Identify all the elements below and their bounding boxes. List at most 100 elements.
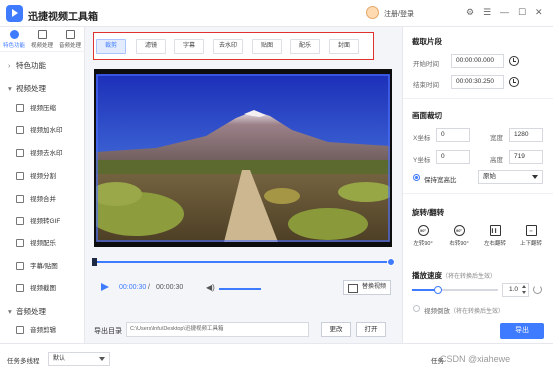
video-frame-image (96, 74, 390, 242)
sidebar-item-compress[interactable]: 视频压缩 (16, 102, 56, 115)
speed-title: 播放速度（将在转换后生效） (412, 270, 496, 281)
stepper-up-icon[interactable] (522, 285, 526, 288)
editor-area: 裁剪 滤镜 字幕 去水印 贴图 配乐 封面 00:00:30 / 00:00:3… (86, 27, 402, 343)
tab-remove-watermark[interactable]: 去水印 (213, 39, 243, 54)
star-icon (9, 30, 19, 39)
height-input[interactable]: 719 (509, 150, 543, 164)
timeline-playhead[interactable] (387, 258, 395, 266)
gif-icon (16, 217, 24, 226)
sidebar-item-label: 视频截图 (30, 285, 56, 292)
x-coord-label: X坐标 (413, 135, 431, 142)
rotate-left-button[interactable]: 90° 左转90° (405, 225, 441, 247)
replace-video-button[interactable]: 替换视频 (343, 280, 391, 295)
keep-ratio-radio[interactable] (413, 174, 420, 181)
total-time: 00:00:30 (156, 284, 184, 291)
category-audio[interactable]: 音频处理 (56, 30, 84, 49)
close-icon[interactable]: ✕ (535, 7, 543, 17)
tab-filter[interactable]: 滤镜 (136, 39, 166, 54)
timeline-track[interactable] (92, 258, 395, 266)
flip-vertical-label: 上下翻转 (519, 241, 542, 247)
open-dir-button[interactable]: 打开 (356, 322, 386, 337)
ratio-select-value: 原始 (483, 173, 496, 180)
reverse-label-text: 视频倒放 (424, 308, 450, 315)
category-switcher: 特色功能 视频处理 音频处理 (0, 27, 85, 52)
sidebar-item-screenshot[interactable]: 视频截图 (16, 282, 56, 295)
keep-ratio-label: 保持宽高比 (424, 177, 457, 184)
divider (403, 98, 553, 99)
section-video[interactable]: ▾ 视频处理 (8, 83, 46, 94)
sidebar-item-split[interactable]: 视频分割 (16, 170, 56, 183)
settings-icon[interactable]: ⚙ (466, 7, 474, 17)
tab-sticker[interactable]: 贴图 (252, 39, 282, 54)
set-start-clock-icon[interactable] (509, 56, 519, 66)
volume-slider[interactable] (219, 288, 261, 290)
rotate-right-label: 右转90° (449, 241, 469, 247)
set-end-clock-icon[interactable] (509, 77, 519, 87)
reset-speed-icon[interactable] (533, 285, 542, 294)
chevron-down-icon (99, 357, 105, 361)
width-input[interactable]: 1280 (509, 128, 543, 142)
sidebar-item-label: 视频压缩 (30, 105, 56, 112)
section-feature[interactable]: › 特色功能 (8, 60, 46, 71)
sidebar-item-add-watermark[interactable]: 视频加水印 (16, 124, 63, 137)
sidebar-item-remove-watermark[interactable]: 视频去水印 (16, 147, 63, 160)
flip-horizontal-button[interactable]: ▍▍ 左右翻转 (477, 225, 513, 247)
end-time-label: 结束时间 (413, 82, 439, 89)
tab-crop[interactable]: 裁剪 (96, 39, 126, 54)
flip-vertical-button[interactable]: ═ 上下翻转 (513, 225, 549, 247)
menu-icon[interactable]: ☰ (483, 7, 491, 17)
crop-title: 画面裁切 (412, 111, 442, 120)
export-path-field[interactable]: C:\Users\lnfu\Desktop\迅捷视频工具箱 (126, 322, 309, 337)
section-audio[interactable]: ▾ 音频处理 (8, 306, 46, 317)
volume-icon[interactable]: ◀) (206, 283, 215, 292)
play-button[interactable] (100, 283, 109, 292)
stepper-down-icon[interactable] (522, 291, 526, 294)
change-dir-button[interactable]: 更改 (321, 322, 351, 337)
maximize-icon[interactable]: ☐ (518, 7, 526, 17)
chevron-down-icon (532, 175, 538, 179)
sidebar-item-audio-cut[interactable]: 音频剪辑 (16, 324, 56, 337)
flip-horizontal-label: 左右翻转 (483, 241, 506, 247)
thread-select[interactable]: 默认 (48, 352, 110, 366)
speed-input[interactable]: 1.0 (502, 283, 529, 297)
user-avatar[interactable] (366, 6, 379, 19)
split-icon (16, 172, 24, 181)
ratio-select[interactable]: 原始 (478, 170, 543, 184)
sidebar-item-label: 视频合并 (30, 196, 56, 203)
export-button[interactable]: 导出 (500, 323, 544, 339)
speed-slider[interactable] (412, 286, 498, 294)
y-coord-label: Y坐标 (413, 157, 431, 164)
thread-label: 任务多线程 (7, 358, 40, 365)
section-label: 特色功能 (16, 61, 46, 70)
speed-slider-knob[interactable] (433, 286, 442, 294)
y-coord-input[interactable]: 0 (436, 150, 470, 164)
speed-note: （将在转换后生效） (442, 274, 497, 280)
tab-music[interactable]: 配乐 (290, 39, 320, 54)
compress-icon (16, 104, 24, 113)
sidebar-item-subtitle[interactable]: 字幕/贴图 (16, 260, 58, 273)
time-separator: / (148, 284, 150, 291)
chevron-down-icon: ▾ (8, 307, 12, 316)
sidebar-item-gif[interactable]: 视频转GIF (16, 215, 60, 228)
tab-cover[interactable]: 封面 (329, 39, 359, 54)
tab-subtitle[interactable]: 字幕 (174, 39, 204, 54)
category-video[interactable]: 视频处理 (28, 30, 56, 49)
sidebar-item-music[interactable]: 视频配乐 (16, 237, 56, 250)
sidebar-item-merge[interactable]: 视频合并 (16, 193, 56, 206)
settings-panel: 截取片段 开始时间 00:00:00.000 结束时间 00:00:30.250… (402, 27, 553, 343)
start-time-input[interactable]: 00:00:00.000 (451, 54, 504, 68)
watermark-add-icon (16, 126, 24, 135)
video-preview[interactable] (94, 69, 392, 247)
trim-start-handle[interactable] (92, 258, 97, 266)
end-time-input[interactable]: 00:00:30.250 (451, 75, 504, 89)
x-coord-input[interactable]: 0 (436, 128, 470, 142)
reverse-video-radio[interactable] (413, 305, 420, 312)
login-link[interactable]: 注册/登录 (384, 9, 414, 19)
minimize-icon[interactable]: — (500, 7, 509, 17)
category-feature[interactable]: 特色功能 (0, 30, 28, 49)
rotate-right-button[interactable]: 90° 右转90° (441, 225, 477, 247)
section-label: 音频处理 (16, 307, 46, 316)
flip-horizontal-icon: ▍▍ (489, 225, 501, 236)
sidebar-item-label: 视频配乐 (30, 240, 56, 247)
chevron-right-icon: › (8, 61, 11, 70)
